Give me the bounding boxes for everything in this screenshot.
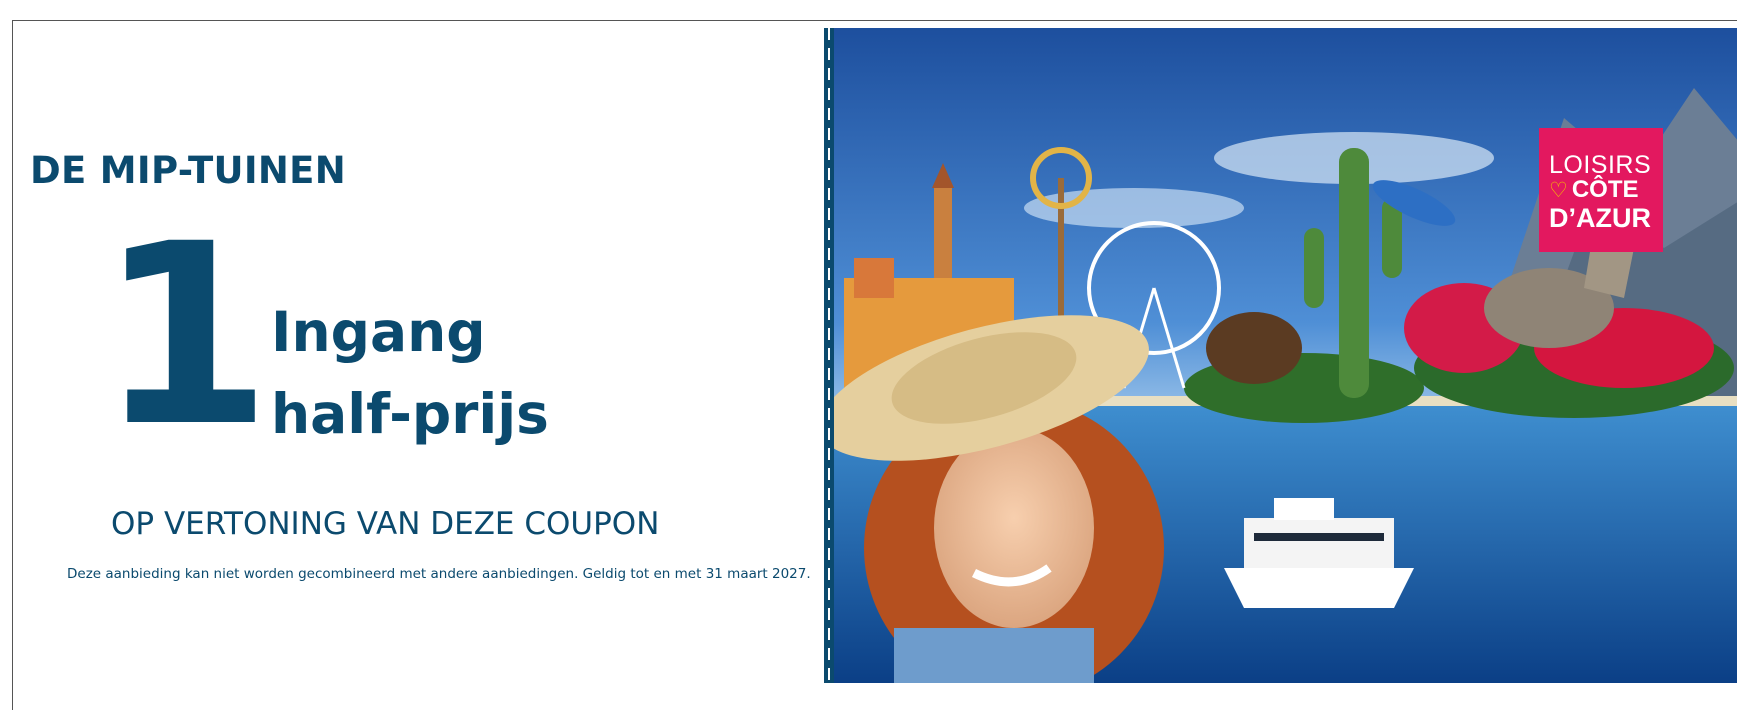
venue-title: DE MIP-TUINEN <box>30 149 346 192</box>
perforation-line <box>824 28 834 683</box>
offer-text: Ingang half-prijs <box>271 291 549 455</box>
logo-line-3: D’AZUR <box>1549 203 1651 233</box>
loisirs-cote-dazur-logo: LOISIRS ♡ CÔTE D’AZUR <box>1539 128 1663 252</box>
offer-line-2: half-prijs <box>271 382 549 446</box>
offer-line-1: Ingang <box>271 300 486 364</box>
logo-line-1: LOISIRS <box>1549 151 1652 179</box>
heart-icon: ♡ <box>1549 179 1568 202</box>
logo-line-2: CÔTE <box>1571 176 1639 203</box>
promo-collage-image <box>834 28 1737 683</box>
fineprint-text: Deze aanbieding kan niet worden gecombin… <box>67 566 811 582</box>
coupon-image-stub: LOISIRS ♡ CÔTE D’AZUR <box>824 28 1737 683</box>
quantity-number: 1 <box>98 190 272 481</box>
condition-text: OP VERTONING VAN DEZE COUPON <box>111 506 660 542</box>
